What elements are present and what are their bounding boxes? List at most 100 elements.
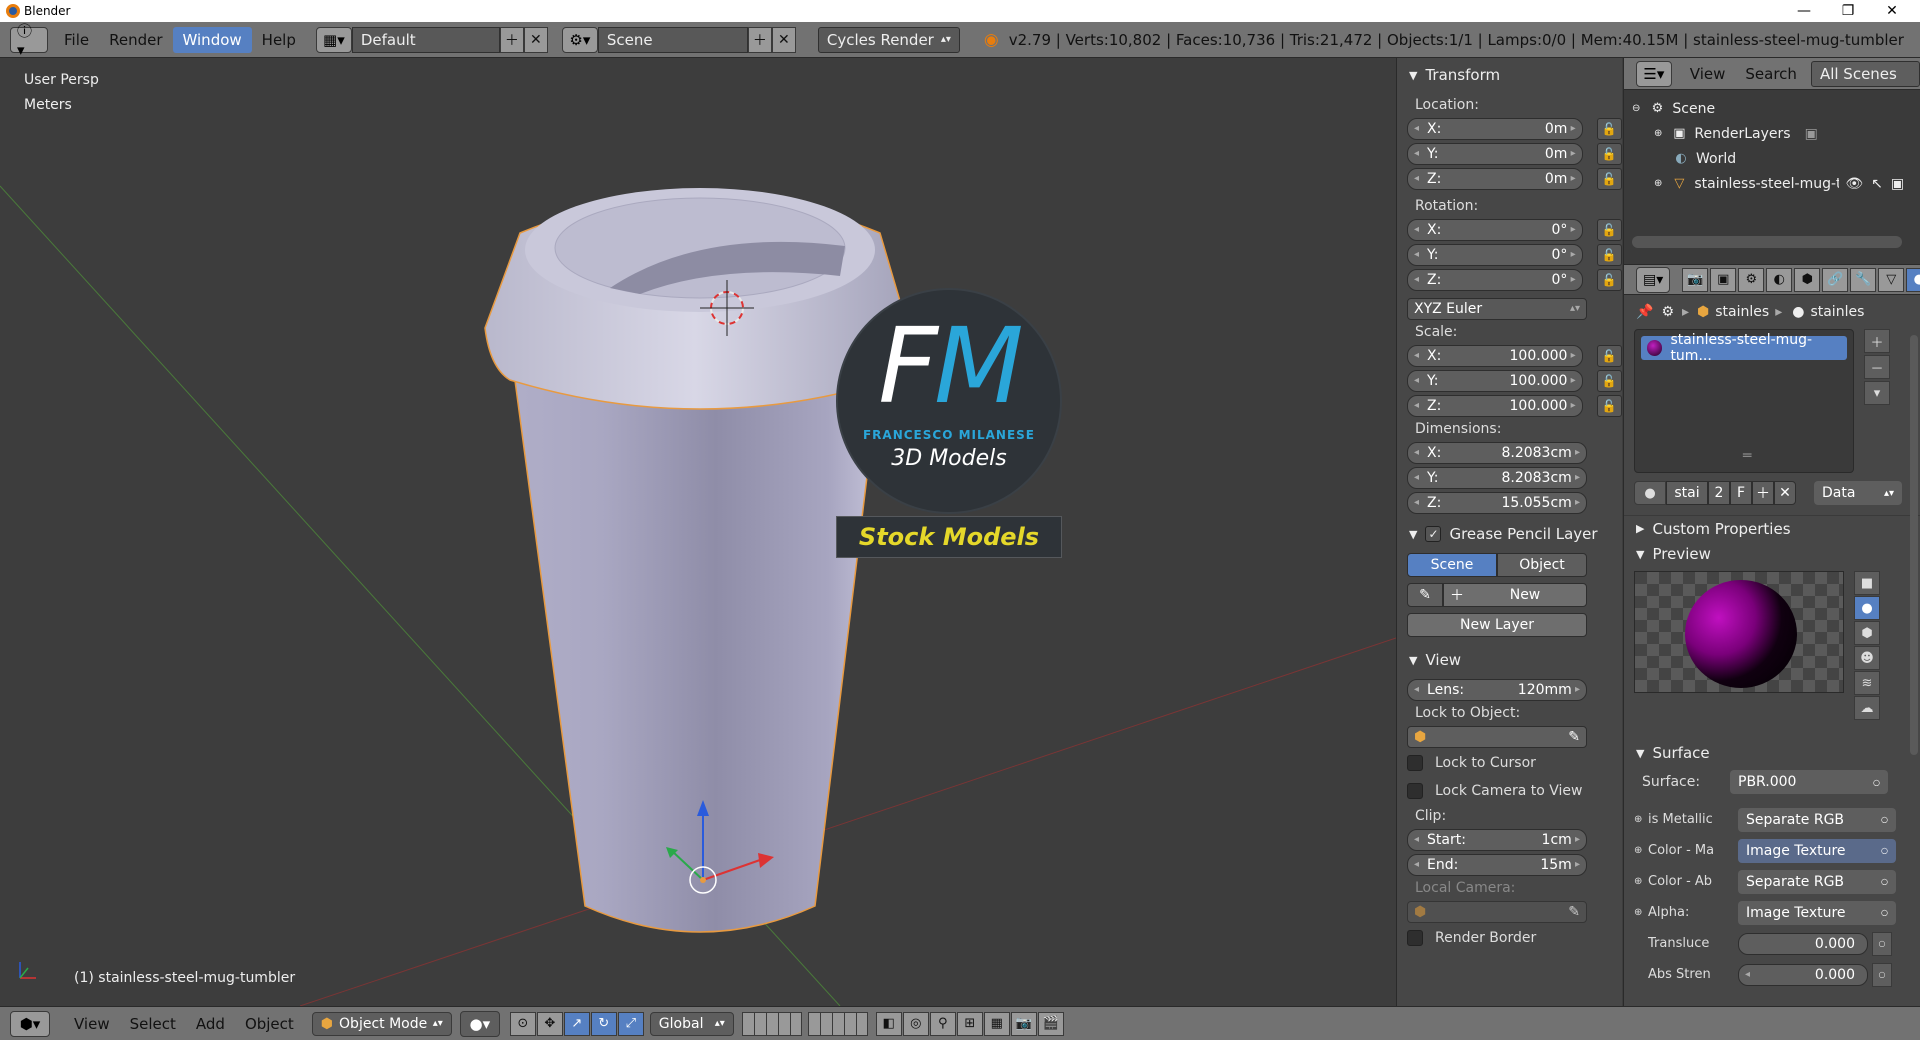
viewport-canvas[interactable] [0,58,1396,1006]
dimension-z-field[interactable]: ◂ Z: 15.055cm ▸ [1407,491,1587,514]
scale-z-field[interactable]: ◂ Z: 100.000 ▸ [1407,394,1583,417]
translate-manipulator-icon[interactable]: ↗ [563,1011,590,1036]
tab-scene[interactable]: Scene [1407,553,1497,577]
shader-input-link[interactable]: Image Texture ○ [1738,838,1896,863]
lock-object-field[interactable]: ⬢ ✎ [1407,725,1587,748]
lock-to-cursor-check[interactable]: Lock to Cursor [1397,749,1622,777]
expand-plus-icon[interactable]: ⊕ [1654,178,1662,189]
menu-help[interactable]: Help [252,27,306,53]
screen-layout-icon[interactable]: ▦▾ [315,26,352,53]
footer-menu-add[interactable]: Add [186,1011,235,1037]
clip-start-field[interactable]: ◂ Start: 1cm ▸ [1407,828,1587,851]
world-tab-icon[interactable]: ◐ [1766,267,1793,292]
shader-input-link[interactable]: Image Texture ○ [1738,900,1896,925]
snap-toggle-icon[interactable]: ⚲ [929,1011,956,1036]
outliner-menu-search[interactable]: Search [1735,61,1807,87]
add-slot-icon[interactable]: ＋ [1864,329,1890,353]
outliner-menu-view[interactable]: View [1680,61,1736,87]
expand-plus-icon[interactable]: ⊕ [1634,814,1648,825]
scene-icon[interactable]: ⚙▾ [561,26,598,53]
3d-view-editor-icon[interactable]: ⬢▾ [10,1010,50,1037]
expand-plus-icon[interactable]: ⊕ [1634,845,1648,856]
location-y-field[interactable]: ◂ Y: 0m ▸ [1407,142,1583,165]
layers-block-a[interactable] [741,1011,802,1036]
screen-layout-field[interactable]: Default [351,26,500,53]
outliner-item-object[interactable]: ⊕ ▽ stainless-steel-mug-tu 👁 ↖ ▣ [1624,171,1920,196]
preview-hair-icon[interactable]: ≋ [1854,671,1880,695]
opengl-animation-icon[interactable]: 🎬 [1037,1011,1064,1036]
pivot-point-icon[interactable]: ⊙ [509,1011,536,1036]
outliner-item-renderlayers[interactable]: ⊕ ▣ RenderLayers ▣ [1624,121,1920,146]
pencil-icon[interactable]: ✎ [1407,583,1443,607]
expand-plus-icon[interactable]: ⊕ [1634,876,1648,887]
rotation-z-lock-icon[interactable]: 🔓 [1596,268,1622,291]
add-screen-icon[interactable]: ＋ [499,26,524,53]
rotation-y-lock-icon[interactable]: 🔓 [1596,243,1622,266]
footer-menu-view[interactable]: View [64,1011,120,1037]
resize-grip-icon[interactable]: ═ [1743,448,1751,464]
footer-menu-select[interactable]: Select [120,1011,186,1037]
tab-object[interactable]: Object [1497,553,1587,577]
material-slot-list[interactable]: stainless-steel-mug-tum... ═ [1634,329,1854,473]
outliner-display-mode[interactable]: All Scenes [1810,60,1920,87]
restore-icon[interactable]: ❐ [1826,0,1870,22]
new-layer-button[interactable]: New Layer [1407,613,1587,637]
manipulator-toggle-icon[interactable]: ✥ [536,1011,563,1036]
snap-element-icon[interactable]: ⊞ [956,1011,983,1036]
material-slot-item[interactable]: stainless-steel-mug-tum... [1641,332,1847,364]
scene-field[interactable]: Scene [597,26,748,53]
rotation-x-field[interactable]: ◂ X: 0° ▸ [1407,218,1583,241]
remove-slot-icon[interactable]: － [1864,355,1890,379]
new-material-icon[interactable]: ＋ [1752,481,1774,505]
preview-header[interactable]: ▼ Preview [1624,541,1920,567]
interaction-mode-select[interactable]: ⬢ Object Mode ▴▾ [311,1011,452,1036]
rotate-manipulator-icon[interactable]: ↻ [590,1011,617,1036]
expand-plus-icon[interactable]: ⊕ [1634,907,1648,918]
close-icon[interactable]: ✕ [1870,0,1914,22]
surface-header[interactable]: ▼ Surface [1624,740,1920,766]
scale-x-field[interactable]: ◂ X: 100.000 ▸ [1407,344,1583,367]
3d-viewport[interactable]: User Persp Meters FM FRANCESCO MILANESE … [0,58,1396,1006]
preview-sphere-icon[interactable]: ● [1854,596,1880,620]
preview-monkey-icon[interactable]: ☻ [1854,646,1880,670]
scale-y-field[interactable]: ◂ Y: 100.000 ▸ [1407,369,1583,392]
node-link-icon[interactable]: ○ [1872,931,1892,956]
rotation-y-field[interactable]: ◂ Y: 0° ▸ [1407,243,1583,266]
outliner-item-world[interactable]: ◐ World [1624,146,1920,171]
lock-layers-icon[interactable]: ◧ [875,1011,902,1036]
minimize-icon[interactable]: — [1782,0,1826,22]
abs-strength-field[interactable]: ◂ 0.000 [1738,963,1868,986]
visibility-eye-icon[interactable]: 👁 [1845,176,1863,192]
menu-file[interactable]: File [54,27,99,53]
lock-to-cursor-checkbox[interactable] [1407,755,1423,771]
clip-end-field[interactable]: ◂ End: 15m ▸ [1407,853,1587,876]
layer-grid[interactable] [741,1011,868,1036]
outliner-item-scene[interactable]: ⊖ ⚙ Scene [1624,96,1920,121]
proportional-edit-icon[interactable]: ◎ [902,1011,929,1036]
material-link-select[interactable]: Data ▴▾ [1814,481,1902,505]
modifiers-tab-icon[interactable]: 🔧 [1850,267,1877,292]
properties-scrollbar[interactable] [1910,335,1918,755]
menu-render[interactable]: Render [99,27,172,53]
transform-panel-header[interactable]: ▼ Transform [1397,62,1622,88]
dimension-y-field[interactable]: ◂ Y: 8.2083cm ▸ [1407,466,1587,489]
scale-manipulator-icon[interactable]: ⤢ [617,1011,644,1036]
pin-icon[interactable]: 📌 [1636,304,1653,320]
menu-window[interactable]: Window [172,26,252,53]
expand-plus-icon[interactable]: ⊕ [1654,128,1662,139]
add-scene-icon[interactable]: ＋ [747,26,772,53]
scale-z-lock-icon[interactable]: 🔓 [1596,394,1622,417]
layers-block-b[interactable] [807,1011,868,1036]
material-users-count[interactable]: 2 [1708,481,1730,505]
rotation-mode-select[interactable]: XYZ Euler ▴▾ [1407,297,1587,320]
render-tab-icon[interactable]: 📷 [1682,267,1709,292]
slot-specials-icon[interactable]: ▾ [1864,381,1890,405]
rotation-x-lock-icon[interactable]: 🔓 [1596,218,1622,241]
render-border-checkbox[interactable] [1407,930,1423,946]
footer-menu-object[interactable]: Object [235,1011,304,1037]
renderable-camera-icon[interactable]: ▣ [1891,176,1904,192]
remove-scene-icon[interactable]: ✕ [771,26,796,53]
preview-flat-icon[interactable]: ■ [1854,571,1880,595]
view-panel-header[interactable]: ▼ View [1397,647,1622,673]
data-tab-icon[interactable]: ▽ [1878,267,1905,292]
